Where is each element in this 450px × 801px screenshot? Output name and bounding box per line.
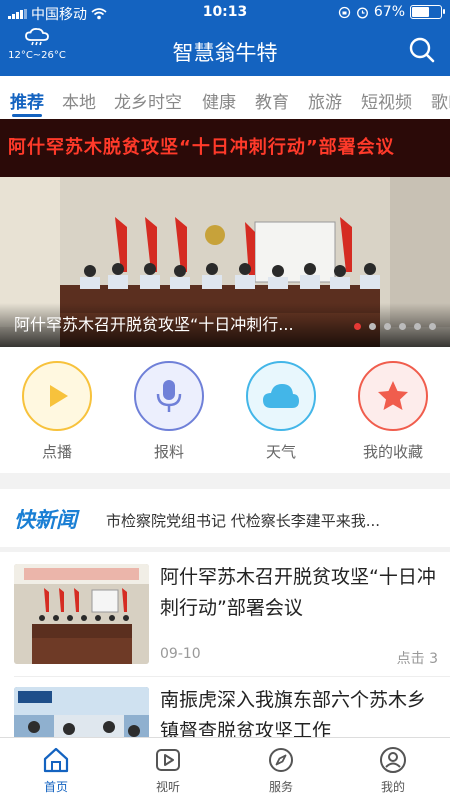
news-item[interactable]: 南振虎深入我旗东部六个苏木乡镇督查脱贫攻坚工作 <box>0 687 450 737</box>
bottom-nav: 首页 视听 服务 我的 <box>0 737 450 801</box>
banner-caption: 阿什罕苏木召开脱贫攻坚“十日冲刺行... <box>14 315 294 334</box>
video-play-icon <box>156 749 180 771</box>
carousel-dot[interactable] <box>384 323 391 330</box>
rotation-lock-icon <box>338 6 351 18</box>
quick-label-weather: 天气 <box>265 443 296 461</box>
nav-home[interactable]: 首页 <box>21 746 91 795</box>
news-title: 阿什罕苏木召开脱贫攻坚“十日冲刺行动”部署会议 <box>160 566 436 619</box>
carousel-dot[interactable] <box>354 323 361 330</box>
quick-item-report[interactable]: 报料 <box>124 361 214 462</box>
nav-media-label: 视听 <box>155 780 180 794</box>
banner-led-sign: 阿什罕苏木脱贫攻坚“十日冲刺行动”部署会议 <box>0 119 450 177</box>
tab-longxiang[interactable]: 龙乡时空 <box>114 88 182 113</box>
vod-circle <box>22 361 92 431</box>
nav-profile-label: 我的 <box>380 780 405 794</box>
status-bar: 中国移动 10:13 67% <box>0 0 450 24</box>
news-date: 09-10 <box>160 646 201 662</box>
nav-media[interactable]: 视听 <box>133 746 203 795</box>
news-list: 阿什罕苏木召开脱贫攻坚“十日冲刺行动”部署会议 09-10 点击 3 南振虎深入… <box>0 552 450 737</box>
app-header: 12°C~26°C 智慧翁牛特 <box>0 24 450 76</box>
news-title: 南振虎深入我旗东部六个苏木乡镇督查脱贫攻坚工作 <box>160 689 427 737</box>
microphone-icon <box>156 380 182 412</box>
quick-item-weather[interactable]: 天气 <box>236 361 326 462</box>
banner-carousel[interactable]: 阿什罕苏木脱贫攻坚“十日冲刺行动”部署会议 阿什罕苏木召开脱贫攻坚“十日冲刺行.… <box>0 119 450 347</box>
play-icon <box>50 385 68 407</box>
quick-label-vod: 点播 <box>41 443 72 461</box>
tab-education[interactable]: 教育 <box>255 88 289 113</box>
tab-travel[interactable]: 旅游 <box>308 88 342 113</box>
carousel-dot[interactable] <box>414 323 421 330</box>
quick-item-vod[interactable]: 点播 <box>12 361 102 462</box>
user-icon <box>380 747 406 773</box>
quick-label-favorites: 我的收藏 <box>362 443 423 461</box>
tab-short-video[interactable]: 短视频 <box>361 88 412 113</box>
tab-indicator <box>12 114 42 117</box>
nav-service-label: 服务 <box>268 780 293 794</box>
battery-fill <box>412 7 430 17</box>
battery-percent: 67% <box>373 4 405 20</box>
home-icon <box>43 747 69 773</box>
flash-news-bar[interactable]: 快新闻 市检察院党组书记 代检察长李建平来我... <box>0 489 450 547</box>
weather-circle <box>246 361 316 431</box>
banner-sign-text: 阿什罕苏木脱贫攻坚“十日冲刺行动”部署会议 <box>8 137 395 158</box>
tab-recommend[interactable]: 推荐 <box>10 88 44 113</box>
flash-news-text: 市检察院党组书记 代检察长李建平来我... <box>106 512 381 530</box>
favorites-circle <box>358 361 428 431</box>
carousel-dots <box>354 323 436 330</box>
report-circle <box>134 361 204 431</box>
tab-local[interactable]: 本地 <box>62 88 96 113</box>
category-tabs: 推荐 本地 龙乡时空 健康 教育 旅游 短视频 歌H <box>0 76 450 119</box>
nav-home-label: 首页 <box>43 780 68 794</box>
news-thumbnail <box>14 687 149 737</box>
nav-profile[interactable]: 我的 <box>358 746 428 795</box>
tab-health[interactable]: 健康 <box>202 88 236 113</box>
quick-label-report: 报料 <box>153 443 184 461</box>
battery-icon <box>410 5 445 19</box>
flash-news-logo: 快新闻 <box>14 508 77 532</box>
nav-service[interactable]: 服务 <box>246 746 316 795</box>
carousel-dot[interactable] <box>369 323 376 330</box>
alarm-icon <box>356 7 368 18</box>
carousel-dot[interactable] <box>429 323 436 330</box>
star-icon <box>378 381 408 410</box>
news-item[interactable]: 阿什罕苏木召开脱贫攻坚“十日冲刺行动”部署会议 09-10 点击 3 <box>0 564 450 684</box>
divider <box>14 676 450 677</box>
news-thumbnail <box>14 564 149 664</box>
news-clicks: 点击 3 <box>396 651 438 667</box>
compass-icon <box>269 748 293 772</box>
tab-song[interactable]: 歌H <box>431 88 450 113</box>
quick-item-favorites[interactable]: 我的收藏 <box>348 361 438 462</box>
carousel-dot[interactable] <box>399 323 406 330</box>
quick-actions: 点播 报料 天气 我的收藏 <box>0 347 450 473</box>
app-title: 智慧翁牛特 <box>172 41 278 65</box>
search-icon[interactable] <box>408 36 436 64</box>
cloud-icon <box>263 384 299 408</box>
status-right: 67% <box>338 4 445 20</box>
